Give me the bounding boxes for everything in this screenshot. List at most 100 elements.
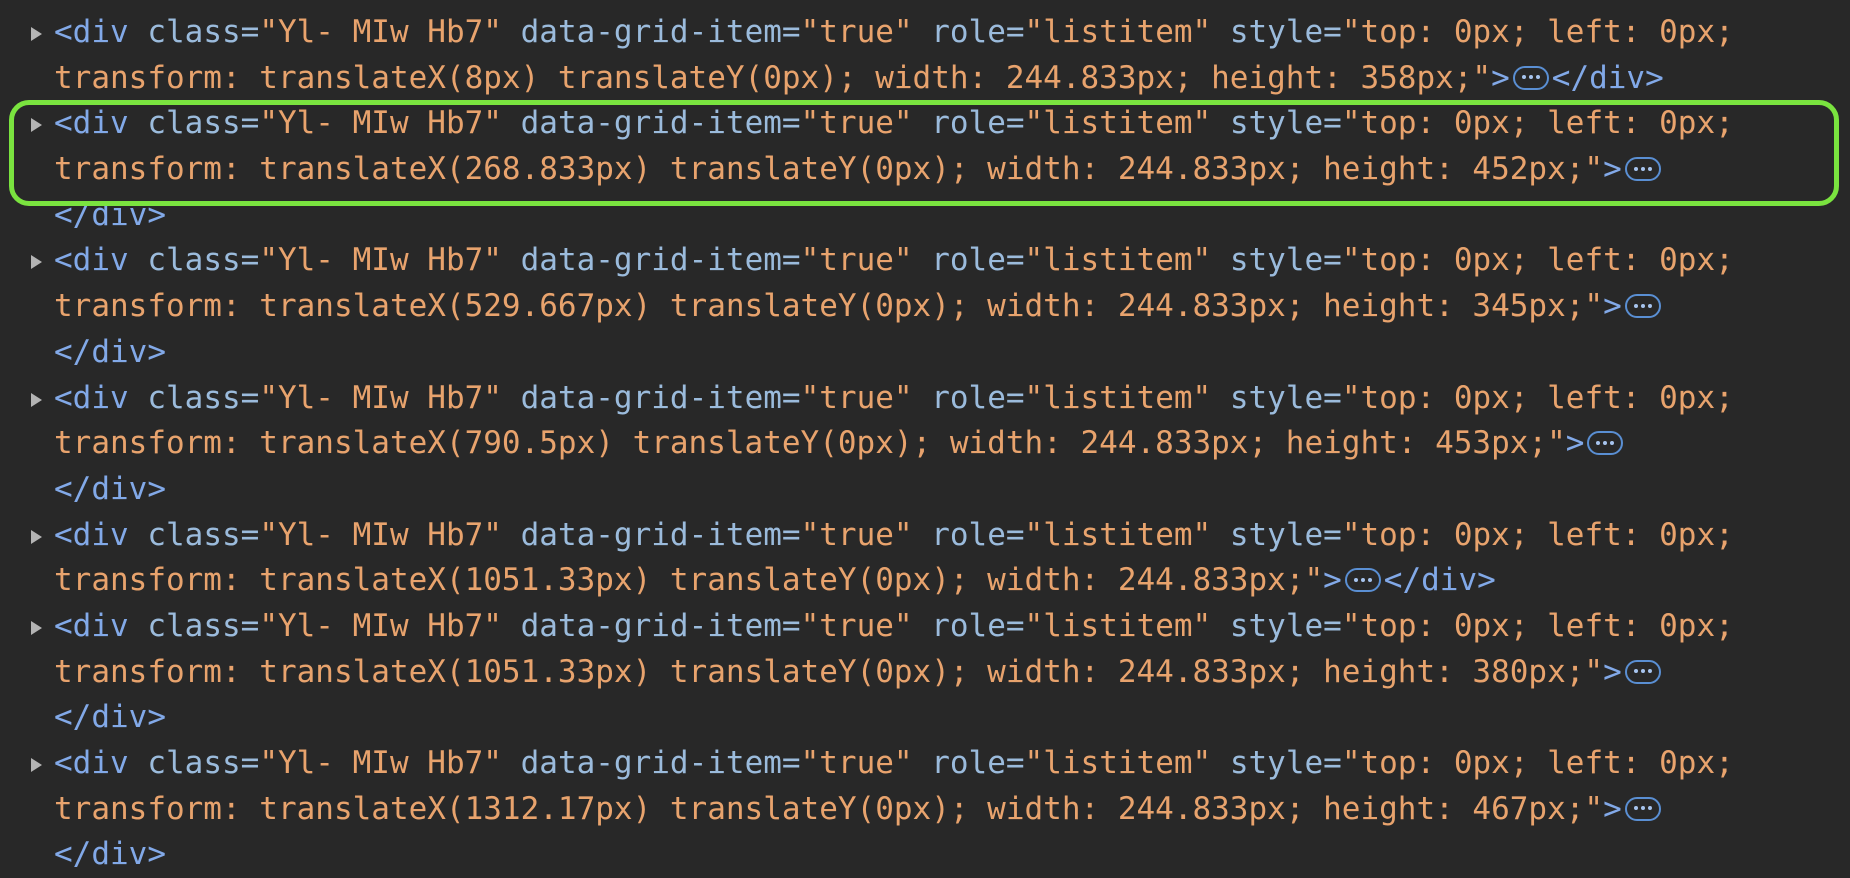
attr-value-style-cont[interactable]: transform: translateX(1051.33px) transla… — [54, 654, 1603, 690]
tag-bracket: > — [1603, 790, 1622, 827]
ellipsis-icon[interactable] — [1624, 294, 1661, 319]
node-close-line: </div> — [54, 832, 1850, 878]
disclosure-triangle-icon[interactable] — [31, 255, 42, 270]
attr-value-style-cont[interactable]: transform: translateX(790.5px) translate… — [54, 425, 1566, 461]
ellipsis-icon[interactable] — [1624, 796, 1661, 821]
attr-value-grid-item[interactable]: "true" — [801, 105, 913, 141]
attr-value-grid-item[interactable]: "true" — [801, 608, 913, 644]
ellipsis-icon[interactable] — [1587, 431, 1624, 456]
ellipsis-icon[interactable] — [1344, 568, 1381, 593]
disclosure-triangle-icon[interactable] — [31, 392, 42, 407]
attr-value-class[interactable]: "Yl- MIw Hb7" — [259, 745, 502, 781]
node-close-line: </div> — [54, 330, 1850, 376]
attr-value-style[interactable]: "top: 0px; left: 0px; — [1342, 380, 1734, 416]
disclosure-triangle-icon[interactable] — [31, 529, 42, 544]
tag-name: <div — [54, 105, 148, 142]
disclosure-triangle-icon[interactable] — [31, 118, 42, 133]
node-open-tag-line: <div class="Yl- MIw Hb7" data-grid-item=… — [54, 101, 1850, 147]
attr-name-style: style= — [1211, 242, 1342, 279]
attr-name-grid-item: data-grid-item= — [501, 14, 801, 50]
dom-node-row[interactable]: <div class="Yl- MIw Hb7" data-grid-item=… — [0, 10, 1850, 101]
attr-value-role[interactable]: "listitem" — [1025, 517, 1212, 553]
ellipsis-icon[interactable] — [1512, 65, 1549, 90]
closing-tag: </div> — [1551, 59, 1664, 96]
node-style-line: transform: translateX(1312.17px) transla… — [54, 787, 1850, 833]
node-open-tag-line: <div class="Yl- MIw Hb7" data-grid-item=… — [54, 376, 1850, 422]
attr-name-style: style= — [1211, 516, 1342, 553]
tag-bracket: > — [1491, 59, 1510, 96]
attr-name-class: class= — [147, 379, 260, 416]
node-open-tag-line: <div class="Yl- MIw Hb7" data-grid-item=… — [54, 238, 1850, 284]
node-open-tag-line: <div class="Yl- MIw Hb7" data-grid-item=… — [54, 604, 1850, 650]
attr-value-role[interactable]: "listitem" — [1025, 745, 1212, 781]
attr-name-style: style= — [1211, 607, 1342, 644]
attr-name-role: role= — [912, 14, 1025, 50]
attr-value-grid-item[interactable]: "true" — [801, 380, 913, 416]
attr-value-class[interactable]: "Yl- MIw Hb7" — [259, 14, 502, 50]
tag-name: <div — [54, 379, 148, 416]
tag-bracket: > — [1603, 151, 1622, 188]
disclosure-triangle-icon[interactable] — [31, 758, 42, 772]
attr-value-role[interactable]: "listitem" — [1025, 105, 1212, 141]
attr-value-style-cont[interactable]: transform: translateX(529.667px) transla… — [54, 288, 1603, 324]
node-close-line: </div> — [54, 193, 1850, 239]
attr-value-style-cont[interactable]: transform: translateX(1051.33px) transla… — [54, 562, 1323, 598]
tag-bracket: > — [1603, 288, 1622, 325]
attr-name-role: role= — [912, 105, 1025, 142]
tag-name: <div — [54, 516, 148, 553]
dom-node-row[interactable]: <div class="Yl- MIw Hb7" data-grid-item=… — [0, 513, 1850, 604]
attr-name-class: class= — [147, 105, 260, 142]
disclosure-triangle-icon[interactable] — [31, 27, 42, 41]
node-open-tag-line: <div class="Yl- MIw Hb7" data-grid-item=… — [54, 513, 1850, 559]
attr-value-style[interactable]: "top: 0px; left: 0px; — [1342, 608, 1734, 644]
attr-value-class[interactable]: "Yl- MIw Hb7" — [259, 380, 502, 416]
attr-value-class[interactable]: "Yl- MIw Hb7" — [259, 517, 502, 553]
attr-value-grid-item[interactable]: "true" — [801, 14, 913, 50]
tag-bracket: > — [1603, 653, 1622, 690]
attr-name-grid-item: data-grid-item= — [501, 516, 801, 553]
attr-value-style[interactable]: "top: 0px; left: 0px; — [1342, 517, 1734, 553]
attr-name-class: class= — [147, 242, 260, 279]
attr-name-class: class= — [147, 14, 260, 50]
attr-value-style[interactable]: "top: 0px; left: 0px; — [1342, 14, 1734, 50]
attr-value-style[interactable]: "top: 0px; left: 0px; — [1342, 105, 1734, 141]
node-close-line: </div> — [54, 467, 1850, 513]
attr-value-style-cont[interactable]: transform: translateX(8px) translateY(0p… — [54, 60, 1491, 96]
attr-value-role[interactable]: "listitem" — [1025, 380, 1212, 416]
tag-name: <div — [54, 745, 148, 781]
attr-value-style[interactable]: "top: 0px; left: 0px; — [1342, 745, 1734, 781]
dom-node-row[interactable]: <div class="Yl- MIw Hb7" data-grid-item=… — [0, 376, 1850, 513]
dom-node-row[interactable]: <div class="Yl- MIw Hb7" data-grid-item=… — [0, 604, 1850, 741]
attr-name-class: class= — [147, 516, 260, 553]
dom-node-row[interactable]: <div class="Yl- MIw Hb7" data-grid-item=… — [0, 101, 1850, 238]
node-style-line: transform: translateX(790.5px) translate… — [54, 421, 1850, 467]
attr-value-style[interactable]: "top: 0px; left: 0px; — [1342, 242, 1734, 278]
dom-node-row[interactable]: <div class="Yl- MIw Hb7" data-grid-item=… — [0, 741, 1850, 878]
attr-name-role: role= — [912, 745, 1025, 781]
attr-name-style: style= — [1211, 14, 1342, 50]
attr-name-grid-item: data-grid-item= — [501, 105, 801, 142]
attr-name-grid-item: data-grid-item= — [501, 607, 801, 644]
dom-node-row[interactable]: <div class="Yl- MIw Hb7" data-grid-item=… — [0, 238, 1850, 375]
attr-value-grid-item[interactable]: "true" — [801, 242, 913, 278]
attr-value-class[interactable]: "Yl- MIw Hb7" — [259, 242, 502, 278]
attr-value-role[interactable]: "listitem" — [1025, 14, 1212, 50]
node-style-line: transform: translateX(8px) translateY(0p… — [54, 56, 1850, 102]
tag-name: <div — [54, 14, 148, 50]
closing-tag: </div> — [1383, 562, 1496, 599]
attr-name-class: class= — [147, 745, 260, 781]
attr-value-class[interactable]: "Yl- MIw Hb7" — [259, 105, 502, 141]
disclosure-triangle-icon[interactable] — [31, 620, 42, 635]
attr-value-role[interactable]: "listitem" — [1025, 608, 1212, 644]
closing-tag: </div> — [54, 333, 166, 370]
attr-value-grid-item[interactable]: "true" — [801, 745, 913, 781]
ellipsis-icon[interactable] — [1624, 157, 1661, 182]
attr-value-style-cont[interactable]: transform: translateX(268.833px) transla… — [54, 151, 1603, 187]
attr-value-class[interactable]: "Yl- MIw Hb7" — [259, 608, 502, 644]
attr-name-style: style= — [1211, 105, 1342, 142]
attr-value-role[interactable]: "listitem" — [1025, 242, 1212, 278]
attr-value-style-cont[interactable]: transform: translateX(1312.17px) transla… — [54, 791, 1603, 827]
ellipsis-icon[interactable] — [1624, 659, 1661, 684]
attr-name-style: style= — [1211, 379, 1342, 416]
attr-value-grid-item[interactable]: "true" — [801, 517, 913, 553]
